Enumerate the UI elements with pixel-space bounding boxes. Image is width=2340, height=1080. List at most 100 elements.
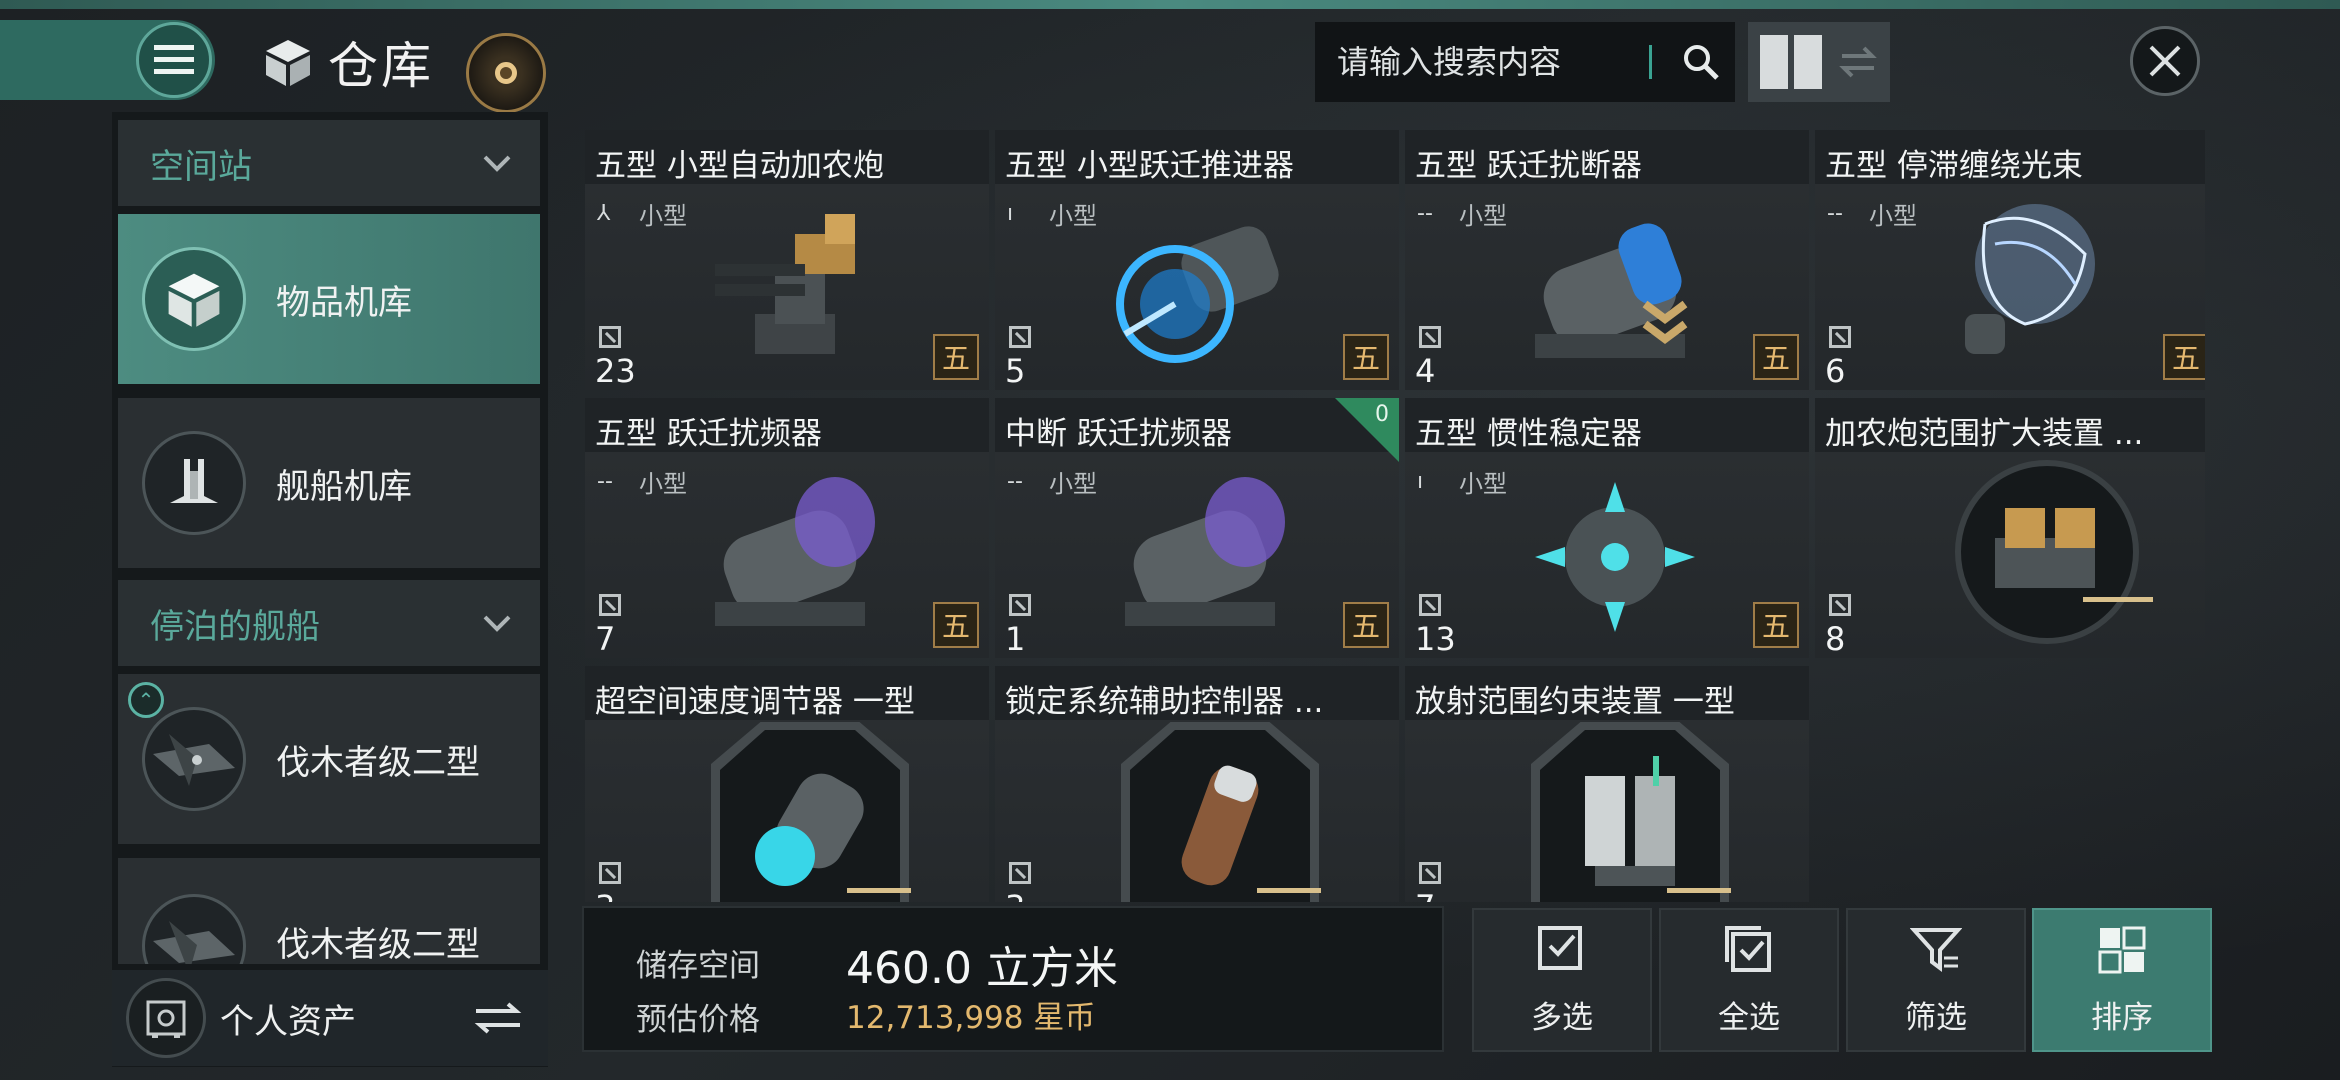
size-class-icon: ı [1417,469,1424,494]
personal-assets-button[interactable]: 个人资产 [112,970,548,1066]
size-class-icon: -- [1007,469,1023,494]
item-size: 小型 [1049,202,1097,230]
inertial-stabilizer-icon [1535,482,1695,632]
package-icon [1009,326,1031,348]
chevron-down-icon [483,155,511,172]
safe-icon [126,978,206,1058]
item-size: 小型 [1459,470,1507,498]
tier-badge: 五 [2163,334,2205,380]
size-class-icon: ı [1007,201,1014,226]
item-name: 五型 停滞缠绕光束 [1815,130,2205,184]
search-separator [1649,45,1652,79]
docked-ship-item[interactable]: 伐木者级二型 [118,858,540,964]
sidebar-section-station[interactable]: 空间站 [118,120,540,206]
multi-select-button[interactable]: 多选 [1472,908,1652,1052]
sidebar-section-docked[interactable]: 停泊的舰船 [118,580,540,666]
section-label: 空间站 [150,146,252,187]
storage-label: 储存空间 [636,948,760,984]
targeting-control-icon [1181,765,1259,886]
size-class-icon: -- [1827,201,1843,226]
personal-assets-label: 个人资产 [220,1001,356,1042]
filter-button[interactable]: 筛选 [1846,908,2026,1052]
section-label: 停泊的舰船 [150,606,320,647]
item-grid: 五型 小型自动加农炮 ⅄ 小型 23 五 五型 小型跃迁推进器 ı 小型 5 五 五… [565,112,2205,902]
item-card[interactable]: 五型 跃迁扰断器 -- 小型 4 五 [1405,130,1809,390]
warp-thruster-icon [1116,226,1279,363]
item-quantity: 5 [1005,352,1026,390]
item-quantity: 7 [1415,888,1435,902]
menu-button[interactable] [136,22,212,98]
autocannon-icon [715,214,855,354]
tier-badge: 五 [1753,602,1799,648]
package-icon [1009,862,1031,884]
item-name: 中断 跃迁扰频器 [995,398,1399,452]
sort-label: 排序 [2091,999,2153,1036]
item-card[interactable]: 加农炮范围扩大装置 ... 8 [1815,398,2205,658]
swap-view-icon[interactable] [1836,40,1880,84]
item-card[interactable]: 五型 跃迁扰频器 -- 小型 7 五 [585,398,989,658]
item-name: 五型 跃迁扰频器 [585,398,989,452]
package-icon [1829,326,1851,348]
item-quantity: 3 [595,888,615,902]
package-icon [1419,594,1441,616]
size-class-icon: -- [1417,201,1433,226]
item-card[interactable]: 五型 惯性稳定器 ı 小型 13 五 [1405,398,1809,658]
corner-badge-label: 0 [1375,402,1389,427]
close-icon [2149,45,2181,77]
item-name: 五型 小型自动加农炮 [585,130,989,184]
cube-icon [266,40,310,86]
chevron-down-icon [483,615,511,632]
sort-grid-icon [2098,926,2146,973]
item-quantity: 23 [595,352,636,390]
warp-scrambler-icon [1125,477,1285,626]
select-all-icon [1725,925,1771,972]
package-icon [1009,594,1031,616]
item-card[interactable]: 五型 小型自动加农炮 ⅄ 小型 23 五 [585,130,989,390]
ship-name: 伐木者级二型 [276,924,480,965]
package-icon [1419,326,1441,348]
sidebar-item-ship-hangar[interactable]: 舰船机库 [118,398,540,568]
sort-button[interactable]: 排序 [2032,908,2212,1052]
swap-icon[interactable] [472,1001,524,1035]
grid-view-icon[interactable] [1760,35,1822,89]
item-name: 五型 惯性稳定器 [1405,398,1809,452]
size-class-icon: ⅄ [597,201,611,226]
item-card[interactable]: 五型 小型跃迁推进器 ı 小型 5 五 [995,130,1399,390]
storage-value: 460.0 立方米 [846,943,1118,994]
hyperspace-regulator-icon [755,773,864,886]
package-icon [1419,862,1441,884]
docked-ship-item[interactable]: ⌃ 伐木者级二型 [118,674,540,844]
sidebar-item-goods-hangar[interactable]: 物品机库 [118,214,540,384]
cube-icon [142,247,246,351]
item-card[interactable]: 中断 跃迁扰频器 -- 小型 0 1 五 [995,398,1399,658]
package-icon [599,862,621,884]
item-name: 五型 跃迁扰断器 [1405,130,1809,184]
search-box[interactable] [1315,22,1735,102]
item-quantity: 4 [1415,352,1436,390]
select-all-button[interactable]: 全选 [1659,908,1839,1052]
package-icon [599,594,621,616]
search-input[interactable] [1337,43,1637,81]
close-button[interactable] [2130,26,2200,96]
item-quantity: 1 [1005,620,1026,658]
page-title-wrap: 仓库 [262,26,434,98]
top-accent-bar [0,0,2340,9]
currency-emblem-icon[interactable] [466,33,546,113]
item-card[interactable]: 锁定系统辅助控制器 ... 3 [995,666,1399,902]
search-icon[interactable] [1680,41,1722,83]
item-size: 小型 [639,202,687,230]
item-card[interactable]: 超空间速度调节器 一型 3 [585,666,989,902]
view-toggle[interactable] [1748,22,1890,102]
size-class-icon: -- [597,469,613,494]
ship-thumbnail-icon [142,894,246,964]
item-name: 五型 小型跃迁推进器 [995,130,1399,184]
warp-disruptor-icon [1535,223,1688,358]
item-card[interactable]: 五型 停滞缠绕光束 -- 小型 6 五 [1815,130,2205,390]
package-icon [1829,594,1851,616]
tier-badge: 五 [933,602,979,648]
ship-thumbnail-icon [142,707,246,811]
item-card[interactable]: 放射范围约束装置 一型 7 [1405,666,1809,902]
item-name: 加农炮范围扩大装置 ... [1815,398,2205,452]
item-name: 锁定系统辅助控制器 ... [995,666,1399,720]
item-quantity: 13 [1415,620,1456,658]
